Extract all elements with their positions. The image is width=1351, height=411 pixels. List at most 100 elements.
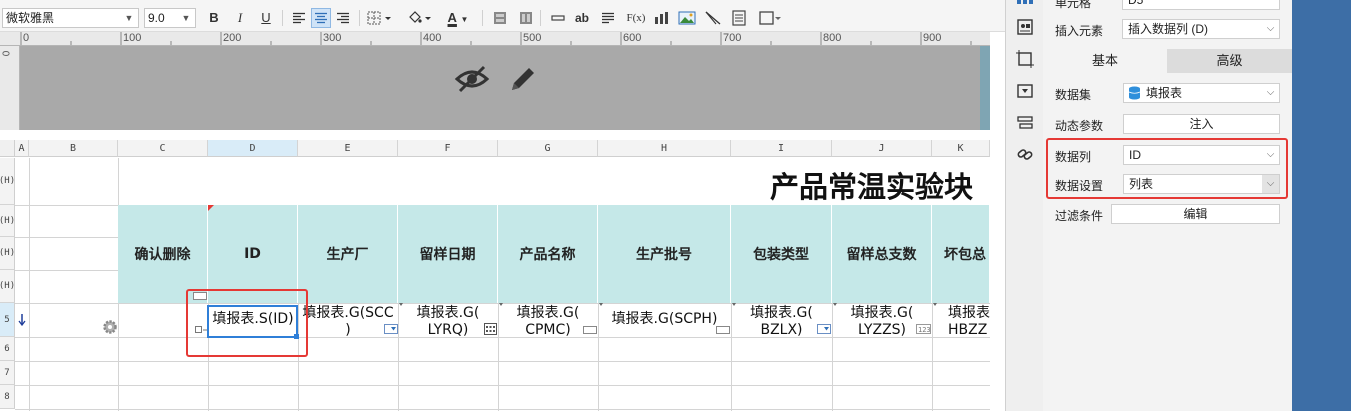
tab-basic[interactable]: 基本 [1043,49,1167,73]
column-header-j[interactable]: J [832,140,932,157]
font-color-letter: A [447,10,457,25]
toolbar-divider [359,10,360,26]
fill-color-button[interactable] [405,8,435,28]
vertical-ruler-mark: 0 [1,50,13,57]
widget-button[interactable] [757,8,783,28]
italic-button[interactable]: I [230,8,250,28]
row-header[interactable]: 7 [0,361,15,385]
paragraph-icon [602,12,614,24]
split-cells-icon [520,12,532,24]
dataset-select[interactable]: 填报表 ⌵ [1123,83,1280,103]
row-header[interactable]: (H) [0,270,15,303]
cell-attribute-icon[interactable] [1016,0,1034,18]
highlight-box-id-cell [186,289,308,357]
header-cell-sample-date[interactable]: 留样日期 [398,205,498,303]
column-header-h[interactable]: H [598,140,731,157]
row-header[interactable]: 6 [0,337,15,361]
border-button[interactable] [365,8,395,28]
format-toolbar: 微软雅黑 ▼ 9.0 ▼ B I U A ▼ ab F(x) [0,0,1005,32]
report-title-cell[interactable]: 产品常温实验块 [118,158,990,205]
style-icon[interactable] [1016,18,1034,36]
header-cell-batch-number[interactable]: 生产批号 [598,205,731,303]
insert-element-select[interactable]: 插入数据列 (D) ⌵ [1122,19,1280,39]
align-center-button[interactable] [311,8,331,28]
dataset-value: 填报表 [1146,86,1183,100]
cell-arrow-icon [499,303,503,306]
text-button[interactable]: ab [572,8,592,28]
select-all-corner[interactable] [0,140,15,157]
pencil-icon[interactable] [507,63,539,95]
cell-arrow-icon [599,303,603,306]
condition-icon[interactable] [1016,114,1034,132]
eye-hidden-icon[interactable] [454,63,490,95]
data-cell-manufacturer[interactable]: 填报表.G(SCC ) [298,303,398,337]
header-cell-sample-total[interactable]: 留样总支数 [832,205,932,303]
tab-advanced[interactable]: 高级 [1167,49,1292,73]
merge-cells-button[interactable] [490,8,510,28]
merge-cells-icon [494,12,506,24]
link-button[interactable] [548,8,568,28]
align-right-button[interactable] [333,8,353,28]
column-header-d[interactable]: D [208,140,298,157]
row-header[interactable]: 5 [0,303,15,337]
widget-box-icon[interactable] [1016,82,1034,100]
bold-button[interactable]: B [204,8,224,28]
column-header-k[interactable]: K [932,140,990,157]
cell-marker-icon [208,205,214,211]
align-center-icon [315,12,327,24]
dynamic-param-label: 动态参数 [1055,119,1104,133]
data-cell-broken-total[interactable]: 填报表 HBZZ [932,303,990,337]
dropdown-widget-icon [817,324,831,334]
column-header-f[interactable]: F [398,140,498,157]
data-cell-sample-date[interactable]: 填报表.G( LYRQ) [398,303,498,337]
cell-address-field[interactable]: D5 [1122,0,1280,10]
split-cells-button[interactable] [516,8,536,28]
column-header-e[interactable]: E [298,140,398,157]
inject-button[interactable]: 注入 [1123,114,1280,134]
row-header[interactable]: (H) [0,158,15,205]
calendar-icon [484,323,497,335]
filter-label: 过滤条件 [1055,209,1104,223]
header-cell-manufacturer[interactable]: 生产厂 [298,205,398,303]
gear-icon[interactable] [102,319,118,335]
cell-arrow-icon [933,303,937,306]
column-header-a[interactable]: A [15,140,29,157]
paragraph-button[interactable] [598,8,618,28]
spreadsheet-grid: A B C D E F G H I J K (H) (H) (H) (H) 5 … [0,130,990,411]
column-header-g[interactable]: G [498,140,598,157]
chart-button[interactable] [652,8,672,28]
svg-text:123: 123 [918,326,931,334]
row-header[interactable]: (H) [0,205,15,237]
row-header[interactable]: (H) [0,237,15,270]
align-left-button[interactable] [289,8,309,28]
header-cell-product-name[interactable]: 产品名称 [498,205,598,303]
highlight-box-data-settings [1046,138,1288,199]
slash-button[interactable] [703,8,723,28]
header-cell-package-type[interactable]: 包装类型 [731,205,832,303]
link-chain-icon[interactable] [1016,145,1034,163]
cell-arrow-icon [732,303,736,306]
image-icon [678,11,696,25]
formula-button[interactable]: F(x) [624,8,648,28]
column-header-i[interactable]: I [731,140,832,157]
preview-area [20,46,980,130]
grid-line [15,409,990,410]
preview-scrollbar[interactable] [980,46,990,130]
square-icon [759,11,781,25]
image-button[interactable] [677,8,697,28]
data-cell-batch-number[interactable]: 填报表.G(SCPH) [598,303,731,337]
border-box-icon[interactable] [1016,50,1034,68]
font-size-select[interactable]: 9.0 ▼ [144,8,196,28]
toolbar-divider [540,10,541,26]
column-header-c[interactable]: C [118,140,208,157]
font-family-select[interactable]: 微软雅黑 ▼ [2,8,139,28]
grid-line [15,337,990,338]
subreport-button[interactable] [729,8,749,28]
link-icon [551,15,565,21]
header-cell-broken-total[interactable]: 坏包总 [932,205,990,303]
edit-button[interactable]: 编辑 [1111,204,1280,224]
font-color-button[interactable]: A ▼ [443,8,473,28]
row-header[interactable]: 8 [0,385,15,409]
underline-button[interactable]: U [256,8,276,28]
column-header-b[interactable]: B [29,140,118,157]
